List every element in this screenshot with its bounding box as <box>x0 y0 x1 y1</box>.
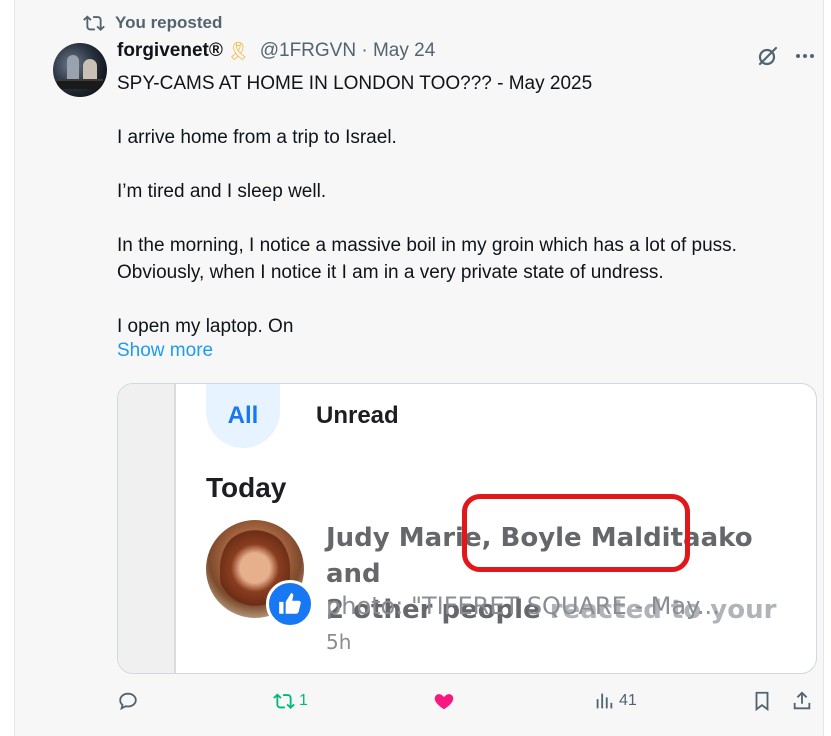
grok-icon[interactable] <box>756 44 780 68</box>
notification-photo-title: photo: "TIFERET SQUARE - May... <box>326 592 720 620</box>
like-badge-icon <box>266 580 314 628</box>
views-count: 41 <box>619 692 637 709</box>
show-more-link[interactable]: Show more <box>117 340 213 362</box>
tweet-paragraph: I open my laptop. On <box>117 316 294 337</box>
repost-button[interactable]: 1 <box>273 690 308 712</box>
notif-and: and <box>326 559 381 589</box>
repost-count: 1 <box>299 692 308 709</box>
tab-unread: Unread <box>316 402 399 429</box>
reply-button[interactable] <box>117 690 139 712</box>
views-button[interactable]: 41 <box>593 690 637 712</box>
reply-icon <box>119 692 137 711</box>
author-name[interactable]: forgivenet® <box>117 40 223 62</box>
tab-all: All <box>206 384 280 448</box>
more-icon[interactable] <box>793 44 817 68</box>
repost-indicator: You reposted <box>83 12 222 34</box>
tweet-paragraph: I’m tired and I sleep well. <box>117 181 327 202</box>
action-bar: 1 41 <box>117 690 817 720</box>
author-avatar[interactable] <box>53 43 107 97</box>
analytics-icon <box>596 693 613 709</box>
tweet-header: forgivenet® 🎗 @1FRGVN · May 24 <box>117 40 435 62</box>
tweet-media-image[interactable]: All Unread Today Judy Marie, Boyle Maldi… <box>117 383 817 674</box>
notification-time: 5h <box>326 630 352 654</box>
repost-label: You reposted <box>115 13 223 32</box>
like-button[interactable] <box>433 690 455 712</box>
tweet-card[interactable]: You reposted forgivenet® 🎗 @1FRGVN · May… <box>14 0 824 736</box>
repost-icon <box>273 693 295 709</box>
author-handle-date[interactable]: @1FRGVN · May 24 <box>260 40 436 62</box>
share-icon <box>793 691 811 710</box>
heart-icon <box>434 694 454 710</box>
bookmark-button[interactable] <box>751 690 773 712</box>
media-left-bar <box>118 384 176 673</box>
tweet-paragraph: In the morning, I notice a massive boil … <box>117 235 737 256</box>
bookmark-icon <box>755 691 769 712</box>
section-heading: Today <box>206 472 287 503</box>
tweet-paragraph: Obviously, when I notice it I am in a ve… <box>117 262 664 283</box>
ribbon-icon: 🎗 <box>226 40 250 61</box>
tweet-title: SPY-CAMS AT HOME IN LONDON TOO??? - May … <box>117 73 593 94</box>
share-button[interactable] <box>791 690 813 712</box>
tweet-paragraph: I arrive home from a trip to Israel. <box>117 127 397 148</box>
repost-icon <box>83 15 105 31</box>
red-highlight-annotation <box>462 494 690 572</box>
tweet-text: SPY-CAMS AT HOME IN LONDON TOO??? - May … <box>117 70 817 340</box>
